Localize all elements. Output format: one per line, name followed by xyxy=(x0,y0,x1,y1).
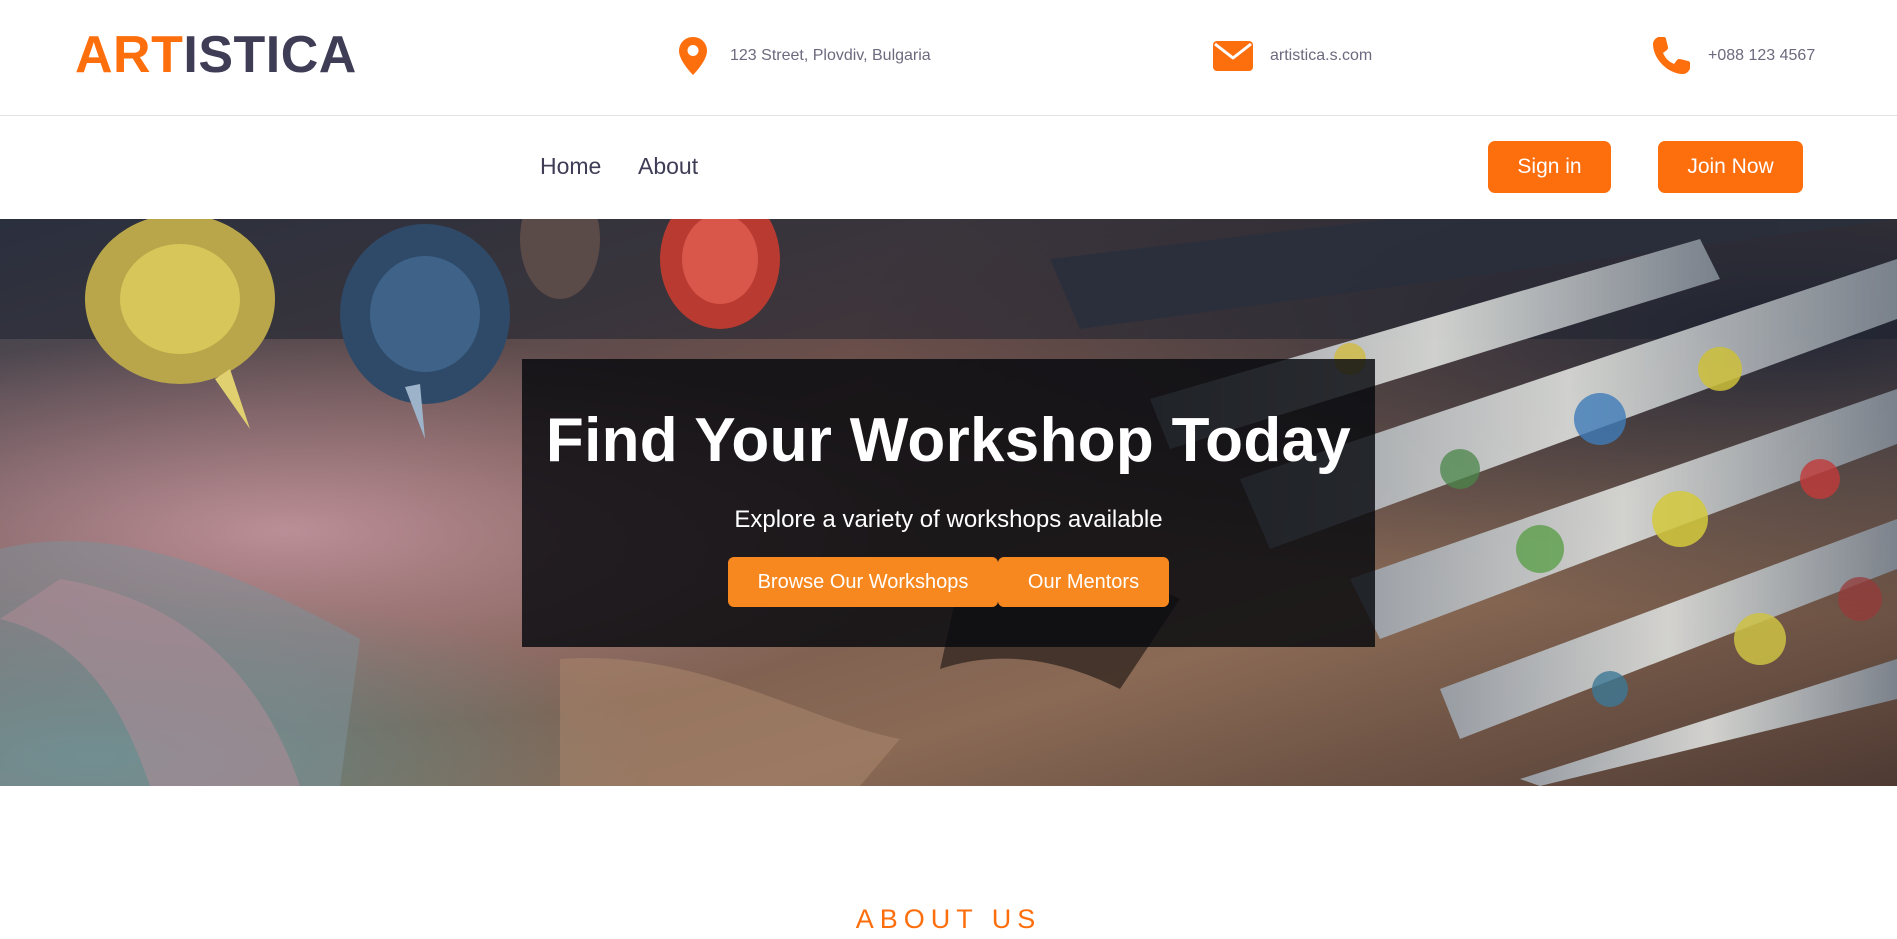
nav-link-about[interactable]: About xyxy=(638,153,698,180)
contact-email: artistica.s.com xyxy=(1210,30,1372,82)
main-nav: Home About Sign in Join Now xyxy=(0,117,1897,219)
phone-text[interactable]: +088 123 4567 xyxy=(1708,47,1815,65)
hero-section: Find Your Workshop Today Explore a varie… xyxy=(0,219,1897,786)
hero-subtitle: Explore a variety of workshops available xyxy=(734,506,1163,533)
sign-in-button[interactable]: Sign in xyxy=(1488,141,1611,193)
join-now-button[interactable]: Join Now xyxy=(1658,141,1803,193)
phone-icon xyxy=(1648,33,1694,79)
nav-link-home[interactable]: Home xyxy=(540,153,601,180)
our-mentors-button[interactable]: Our Mentors xyxy=(998,557,1169,607)
hero-button-group: Browse Our Workshops Our Mentors xyxy=(728,557,1169,607)
email-text[interactable]: artistica.s.com xyxy=(1270,47,1372,65)
envelope-icon xyxy=(1210,33,1256,79)
contact-address: 123 Street, Plovdiv, Bulgaria xyxy=(670,30,931,82)
about-us-heading: ABOUT US xyxy=(855,904,1042,934)
address-text: 123 Street, Plovdiv, Bulgaria xyxy=(730,47,931,64)
hero-title: Find Your Workshop Today xyxy=(545,406,1352,475)
logo-accent-text: ART xyxy=(75,26,184,84)
map-pin-icon xyxy=(670,33,716,79)
hero-overlay-box: Find Your Workshop Today Explore a varie… xyxy=(522,359,1375,647)
site-logo[interactable]: ARTISTICA xyxy=(75,25,357,85)
contact-phone: +088 123 4567 xyxy=(1648,30,1815,82)
logo-dark-text: ISTICA xyxy=(183,26,357,84)
top-bar: ARTISTICA 123 Street, Plovdiv, Bulgaria … xyxy=(0,0,1897,116)
browse-workshops-button[interactable]: Browse Our Workshops xyxy=(728,557,998,607)
